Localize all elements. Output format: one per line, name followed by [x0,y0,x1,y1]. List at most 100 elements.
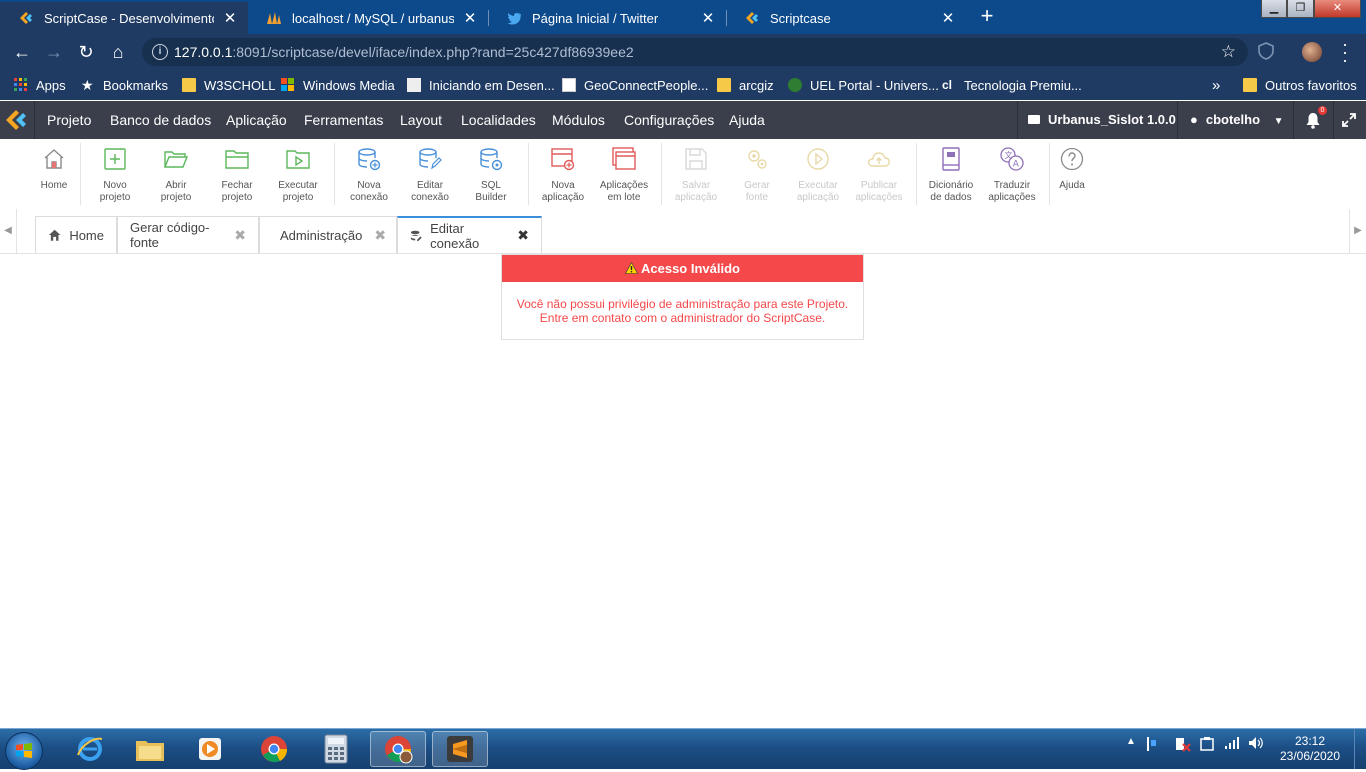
toolbar-nova-conexao-button[interactable]: Nova conexão [340,147,398,204]
new-tab-button[interactable]: + [976,5,998,27]
close-tab-icon[interactable]: ✕ [462,9,478,27]
tray-volume-icon[interactable] [1248,736,1264,753]
start-button[interactable] [5,732,43,770]
site-info-icon[interactable]: i [152,44,168,60]
bell-icon[interactable] [1305,112,1321,129]
scroll-right-arrow-icon[interactable]: ▶ [1349,209,1366,253]
calculator-icon [324,734,348,764]
close-tab-icon[interactable]: ✕ [940,9,956,27]
tray-signal-icon[interactable] [1224,736,1240,753]
taskbar-sublime-text[interactable] [432,731,488,767]
taskbar-clock[interactable]: 23:12 23/06/2020 [1272,734,1348,764]
tab-home[interactable]: Home [35,216,117,253]
clock-date: 23/06/2020 [1279,749,1341,763]
toolbar-executar-projeto-button[interactable]: Executar projeto [269,147,327,204]
close-window-button[interactable]: ✕ [1314,0,1361,18]
home-icon[interactable]: ⌂ [106,40,130,64]
taskbar-internet-explorer[interactable] [62,731,118,767]
menu-configuracoes[interactable]: Configurações [624,112,714,128]
profile-avatar[interactable] [1302,42,1322,62]
url-text[interactable]: 127.0.0.1:8091/scriptcase/devel/iface/in… [174,44,634,60]
user-menu-button[interactable]: ● cbotelho ▼ [1190,112,1284,127]
bookmark-bookmarks[interactable]: ★ Bookmarks [81,76,168,94]
bookmark-arcgiz[interactable]: arcgiz [717,76,774,94]
bookmark-outros-favoritos[interactable]: Outros favoritos [1243,76,1357,94]
taskbar-file-explorer[interactable] [122,731,178,767]
bookmark-apps[interactable]: Apps [14,76,66,94]
toolbar-salvar-aplicacao-button[interactable]: Salvar aplicação [667,147,725,204]
menu-ferramentas[interactable]: Ferramentas [304,112,383,128]
browser-tab-phpmyadmin[interactable]: localhost / MySQL / urbanus_sislo ✕ [248,2,488,34]
show-desktop-button[interactable] [1354,729,1366,769]
taskbar-chrome[interactable] [246,731,302,767]
scriptcase-logo-icon[interactable] [4,107,30,133]
tray-action-center-icon[interactable] [1175,736,1191,755]
bookmark-star-icon[interactable]: ☆ [1221,42,1236,62]
toolbar-fechar-projeto-button[interactable]: Fechar projeto [208,147,266,204]
close-tab-icon[interactable]: ✕ [222,9,238,27]
toolbar-executar-aplicacao-button[interactable]: Executar aplicação [789,147,847,204]
close-tab-icon[interactable]: ✖ [234,227,246,244]
toolbar-novo-projeto-button[interactable]: Novo projeto [86,147,144,204]
toolbar-aplicacoes-em-lote-button[interactable]: Aplicações em lote [595,147,653,204]
minimize-window-button[interactable]: ▁ [1261,0,1287,18]
toolbar-sql-builder-button[interactable]: SQL Builder [462,147,520,204]
toolbar-label: Executar [278,180,318,191]
tab-administracao[interactable]: Administração ✖ [259,216,397,253]
toolbar-dicionario-de-dados-button[interactable]: Dicionário de dados [922,147,980,204]
toolbar-nova-aplicacao-button[interactable]: Nova aplicação [534,147,592,204]
tray-device-icon[interactable] [1200,736,1214,755]
toolbar-home-button[interactable]: Home [25,147,83,192]
bookmark-tecnologia[interactable]: cl Tecnologia Premiu... [942,76,1082,94]
bookmark-geoconnect[interactable]: GeoConnectPeople... [562,76,708,94]
toolbar-publicar-aplicacoes-button[interactable]: Publicar aplicações [850,147,908,204]
bookmark-windows-media[interactable]: Windows Media [281,76,395,94]
toolbar-ajuda-button[interactable]: Ajuda [1043,147,1101,192]
toolbar-traduzir-aplicacoes-button[interactable]: 文A Traduzir aplicações [983,147,1041,204]
svg-text:文: 文 [1005,150,1013,160]
taskbar-chrome-active[interactable] [370,731,426,767]
bookmark-uel-portal[interactable]: UEL Portal - Univers... [788,76,939,94]
back-arrow-icon[interactable]: ← [10,40,34,64]
menu-layout[interactable]: Layout [400,112,442,128]
toolbar-abrir-projeto-button[interactable]: Abrir projeto [147,147,205,204]
menu-projeto[interactable]: Projeto [47,112,91,128]
reload-icon[interactable]: ↻ [74,40,98,64]
browser-tab-scriptcase[interactable]: Scriptcase ✕ [726,2,966,34]
toolbar-editar-conexao-button[interactable]: Editar conexão [401,147,459,204]
scroll-left-arrow-icon[interactable]: ◀ [0,209,17,253]
close-tab-icon[interactable]: ✕ [700,9,716,27]
taskbar-calculator[interactable] [308,731,364,767]
browser-tab-scriptcase-dev[interactable]: ScriptCase - Desenvolvimento - c ✕ [0,2,248,34]
taskbar-media-player[interactable] [182,731,238,767]
tray-show-hidden-icon[interactable]: ▲ [1126,736,1136,747]
current-project-button[interactable]: Urbanus_Sislot 1.0.0 [1028,112,1176,127]
database-edit-icon [410,230,422,241]
bookmarks-more-button[interactable]: » [1212,76,1220,94]
extension-shield-icon[interactable] [1258,42,1274,60]
toolbar-label: aplicação [674,192,718,203]
alert-header: Acesso Inválido [502,255,863,282]
menu-localidades[interactable]: Localidades [461,112,536,128]
browser-tab-twitter[interactable]: Página Inicial / Twitter ✕ [488,2,726,34]
tab-gerar-codigo-fonte[interactable]: Gerar código-fonte ✖ [117,216,259,253]
scriptcase-logo-icon [744,10,760,26]
menu-ajuda[interactable]: Ajuda [729,112,765,128]
bookmark-iniciando[interactable]: Iniciando em Desen... [407,76,555,94]
close-tab-icon[interactable]: ✖ [374,227,386,244]
tray-network-flag-icon[interactable] [1146,736,1158,755]
toolbar-gerar-fonte-button[interactable]: Gerar fonte [728,147,786,204]
bookmark-w3scholl[interactable]: W3SCHOLL [182,76,276,94]
forward-arrow-icon[interactable]: → [42,40,66,64]
url-omnibox[interactable]: i 127.0.0.1:8091/scriptcase/devel/iface/… [142,38,1248,66]
menu-aplicacao[interactable]: Aplicação [226,112,287,128]
browser-menu-icon[interactable]: · · · [1340,35,1350,69]
menu-modulos[interactable]: Módulos [552,112,605,128]
restore-window-button[interactable]: ❐ [1287,0,1314,18]
tab-editar-conexao[interactable]: Editar conexão ✖ [397,216,542,253]
bookmark-label: Iniciando em Desen... [429,77,555,93]
close-tab-icon[interactable]: ✖ [517,227,529,244]
user-icon: ● [1190,112,1198,127]
fullscreen-expand-icon[interactable] [1342,113,1356,127]
menu-banco-de-dados[interactable]: Banco de dados [110,112,211,128]
